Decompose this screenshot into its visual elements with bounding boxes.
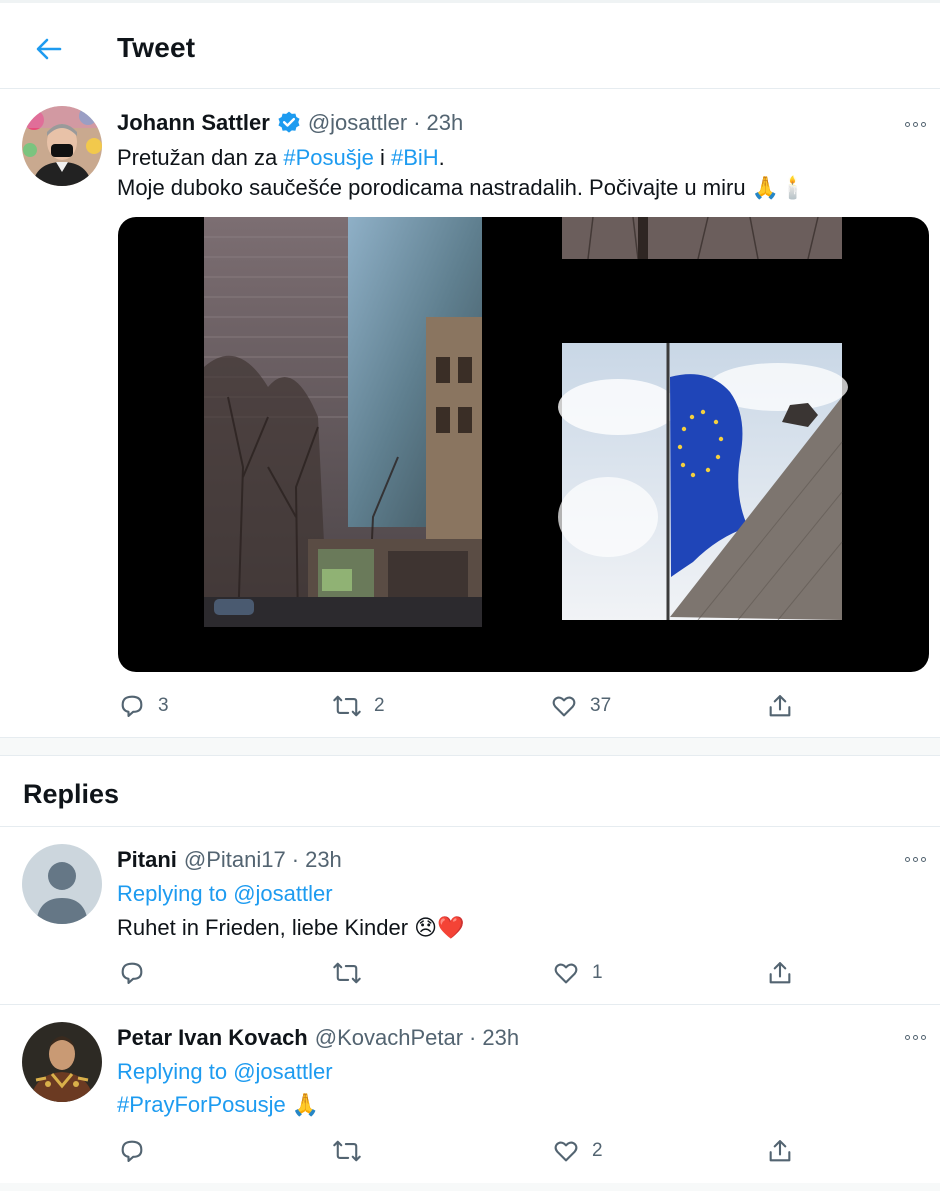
reply-button[interactable]: 3 xyxy=(118,692,169,720)
replies-heading: Replies xyxy=(23,779,120,809)
reply-header: Pitani @Pitani17 · 23h xyxy=(117,847,342,873)
reply-icon xyxy=(121,1140,143,1162)
reply-button[interactable] xyxy=(118,959,146,987)
reply-icon xyxy=(121,695,143,717)
like-button[interactable]: 1 xyxy=(552,959,603,987)
retweet-button[interactable]: 2 xyxy=(332,692,385,720)
mention-link[interactable]: @josattler xyxy=(233,881,332,906)
page-title: Tweet xyxy=(117,32,196,63)
like-icon xyxy=(552,696,576,717)
author-handle[interactable]: @josattler xyxy=(308,110,407,136)
retweet-button[interactable] xyxy=(332,959,362,987)
reply-text: #PrayForPosusje 🙏 xyxy=(117,1092,319,1118)
verified-badge-icon xyxy=(276,110,302,136)
reply-icon xyxy=(121,962,143,984)
bottom-separator xyxy=(0,1183,940,1191)
reply-tweet[interactable]: Pitani @Pitani17 · 23h Replying to @josa… xyxy=(0,827,940,1005)
mention-link[interactable]: @josattler xyxy=(233,1059,332,1084)
top-photo-strip xyxy=(562,217,842,260)
reply-tweet[interactable]: Petar Ivan Kovach @KovachPetar · 23h Rep… xyxy=(0,1005,940,1183)
retweet-icon xyxy=(333,1140,361,1162)
like-button[interactable]: 2 xyxy=(552,1137,603,1165)
tweet-text: i xyxy=(373,145,391,170)
avatar[interactable] xyxy=(22,1022,102,1102)
like-icon xyxy=(554,963,578,984)
share-icon xyxy=(769,962,791,984)
retweet-icon xyxy=(333,962,361,984)
media-images xyxy=(204,217,848,628)
back-button[interactable] xyxy=(28,29,68,69)
separator-dot: · xyxy=(291,847,300,872)
separator-dot: · xyxy=(469,1025,477,1050)
share-icon xyxy=(769,695,791,717)
like-button[interactable]: 37 xyxy=(550,692,611,720)
avatar[interactable] xyxy=(22,106,102,186)
portrait-photo xyxy=(22,1022,102,1102)
tweet-text-line-1: Pretužan dan za #Posušje i #BiH. xyxy=(117,145,445,171)
page-header: Tweet xyxy=(0,3,940,89)
retweet-icon xyxy=(333,695,361,717)
more-button[interactable] xyxy=(900,849,930,869)
author-name[interactable]: Johann Sattler xyxy=(117,110,270,136)
retweet-count: 2 xyxy=(374,695,385,716)
replying-to-label: Replying to xyxy=(117,881,234,906)
reply-text-suffix: 🙏 xyxy=(285,1092,320,1117)
street-photo xyxy=(204,217,482,628)
more-button[interactable] xyxy=(900,114,930,134)
separator-dot: · xyxy=(413,110,421,135)
tweet-text: . xyxy=(438,145,445,170)
main-tweet[interactable]: Johann Sattler @josattler · 23h Pretužan… xyxy=(0,90,940,738)
default-avatar-icon[interactable] xyxy=(22,844,102,924)
like-count: 2 xyxy=(592,1140,603,1161)
hashtag-link[interactable]: #BiH xyxy=(391,145,439,170)
back-arrow-icon xyxy=(36,38,62,60)
share-icon xyxy=(769,1140,791,1162)
like-count: 37 xyxy=(590,695,612,716)
more-dot xyxy=(904,1034,910,1040)
tweet-text-line-2: Moje duboko saučešće porodicama nastrada… xyxy=(117,175,807,200)
reply-count: 3 xyxy=(158,695,169,716)
more-dot xyxy=(920,121,926,127)
author-photo xyxy=(22,106,102,186)
author-handle[interactable]: @KovachPetar xyxy=(315,1025,463,1051)
more-dot xyxy=(920,856,926,862)
like-icon xyxy=(554,1141,578,1162)
reply-text: Ruhet in Frieden, liebe Kinder 😞❤️ xyxy=(117,915,465,940)
author-name[interactable]: Petar Ivan Kovach xyxy=(117,1025,308,1051)
reply-time[interactable]: 23h xyxy=(305,847,342,873)
replying-to: Replying to @josattler xyxy=(117,1059,333,1085)
share-button[interactable] xyxy=(766,959,794,987)
tweet-header: Johann Sattler @josattler · 23h xyxy=(117,110,463,136)
more-dot xyxy=(904,856,910,862)
tweet-time[interactable]: 23h xyxy=(427,110,464,136)
author-handle[interactable]: @Pitani17 xyxy=(184,847,286,873)
reply-header: Petar Ivan Kovach @KovachPetar · 23h xyxy=(117,1025,519,1051)
author-name[interactable]: Pitani xyxy=(117,847,177,873)
more-dot xyxy=(912,121,918,127)
replying-to-label: Replying to xyxy=(117,1059,234,1084)
section-separator xyxy=(0,738,940,756)
more-button[interactable] xyxy=(900,1027,930,1047)
more-dot xyxy=(920,1034,926,1040)
reply-button[interactable] xyxy=(118,1137,146,1165)
share-button[interactable] xyxy=(766,692,794,720)
hashtag-link[interactable]: #Posušje xyxy=(283,145,374,170)
hashtag-link[interactable]: #PrayForPosusje xyxy=(117,1092,286,1117)
like-count: 1 xyxy=(592,962,603,983)
tweet-media[interactable] xyxy=(118,217,929,672)
more-dot xyxy=(904,121,910,127)
reply-time[interactable]: 23h xyxy=(482,1025,519,1051)
retweet-button[interactable] xyxy=(332,1137,362,1165)
more-dot xyxy=(912,1034,918,1040)
replying-to: Replying to @josattler xyxy=(117,881,333,907)
eu-flag-photo xyxy=(558,343,848,621)
tweet-text: Pretužan dan za xyxy=(117,145,284,170)
more-dot xyxy=(912,856,918,862)
share-button[interactable] xyxy=(766,1137,794,1165)
